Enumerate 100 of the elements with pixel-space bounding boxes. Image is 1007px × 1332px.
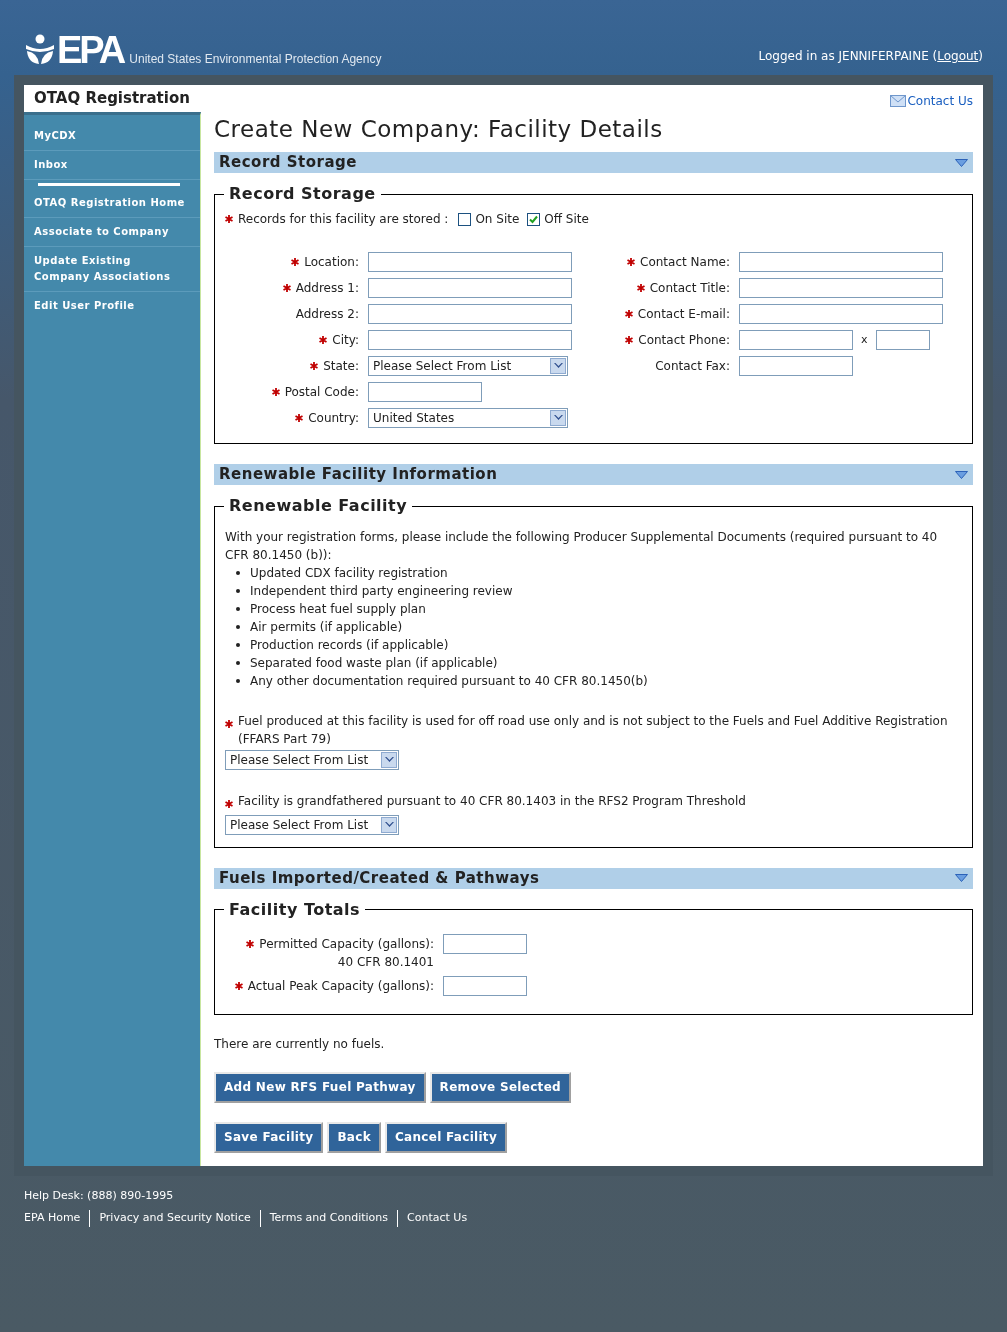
required-icon xyxy=(225,800,233,808)
document-item: Any other documentation required pursuant to 40 CFR 80.1450(b) xyxy=(250,673,648,690)
footer-link[interactable]: Privacy and Security Notice xyxy=(89,1210,251,1227)
login-status: Logged in as JENNIFERPAINE (Logout) xyxy=(758,48,983,65)
select-field[interactable]: Please Select From List xyxy=(368,356,568,376)
input-field[interactable] xyxy=(368,278,572,298)
document-item: Production records (if applicable) xyxy=(250,637,449,654)
collapse-icon xyxy=(955,158,968,167)
required-icon xyxy=(310,362,319,370)
input-field[interactable] xyxy=(368,304,572,324)
field-label: Contact Fax: xyxy=(655,358,730,375)
document-item: Independent third party engineering review xyxy=(250,583,513,600)
section-header[interactable]: Renewable Facility Information xyxy=(214,464,973,485)
fieldset-legend: Renewable Facility xyxy=(224,494,413,518)
field-label: Postal Code: xyxy=(284,384,359,401)
intro-text: With your registration forms, please include the following Producer Supplemental Documents (required pursuant to 40 CFR 80.1450 (b)): xyxy=(225,529,939,564)
action-button[interactable]: Cancel Facility xyxy=(384,1121,508,1153)
input-field[interactable] xyxy=(739,330,853,350)
sidebar-item[interactable]: MyCDX xyxy=(24,122,200,151)
required-icon xyxy=(271,388,280,396)
question-text: Facility is grandfathered pursuant to 40 CFR 80.1403 in the RFS2 Program Threshold xyxy=(238,793,746,810)
required-icon xyxy=(295,414,304,422)
required-icon xyxy=(282,284,291,292)
fieldset-legend: Facility Totals xyxy=(224,897,366,922)
bullet-icon xyxy=(236,625,240,629)
footer-link[interactable]: EPA Home xyxy=(24,1210,81,1227)
document-item: Separated food waste plan (if applicable) xyxy=(250,655,498,672)
question-label: Records for this facility are stored : xyxy=(238,211,449,228)
input-field[interactable] xyxy=(739,356,853,376)
field-note: 40 CFR 80.1401 xyxy=(337,953,434,970)
collapse-icon xyxy=(955,874,968,882)
sidebar-item[interactable]: Associate to Company xyxy=(24,218,200,247)
envelope-icon xyxy=(890,95,907,107)
sidebar-item[interactable]: Update Existing Company Associations xyxy=(24,247,200,292)
required-icon xyxy=(234,981,243,990)
collapse-icon xyxy=(955,470,968,479)
help-desk: Help Desk: (888) 890-1995 xyxy=(24,1187,175,1204)
input-field[interactable] xyxy=(739,252,943,272)
question-text: Fuel produced at this facility is used for off road use only and is not subject to the Fuels and Fuel Additive Registration (FFARS Part 79) xyxy=(238,713,949,748)
page-title: Create New Company: Facility Details xyxy=(214,115,664,144)
select-field[interactable]: United States xyxy=(368,408,568,428)
checkbox[interactable] xyxy=(458,212,472,226)
required-icon xyxy=(625,336,634,344)
input-field[interactable] xyxy=(739,278,943,298)
epa-logo: EPA xyxy=(24,31,124,69)
bullet-icon xyxy=(236,607,240,611)
input-field[interactable] xyxy=(443,933,527,954)
field-label: Address 2: xyxy=(295,306,359,323)
section-header[interactable]: Fuels Imported/Created & Pathways xyxy=(214,867,973,889)
required-icon xyxy=(627,258,636,266)
input-field[interactable] xyxy=(875,330,930,350)
required-icon xyxy=(225,215,233,223)
action-button[interactable]: Remove Selected xyxy=(429,1071,571,1103)
field-label: Contact Title: xyxy=(649,280,730,297)
input-field[interactable] xyxy=(443,975,527,996)
checkbox-label: On Site xyxy=(475,211,520,228)
input-field[interactable] xyxy=(368,252,572,272)
bullet-icon xyxy=(236,589,240,593)
app-title: OTAQ Registration xyxy=(34,88,190,110)
required-icon xyxy=(624,310,633,318)
field-label: City: xyxy=(332,332,359,349)
field-label: Actual Peak Capacity (gallons): xyxy=(247,977,434,995)
fieldset-legend: Record Storage xyxy=(224,182,381,206)
document-item: Process heat fuel supply plan xyxy=(250,601,426,618)
sidebar-item[interactable]: OTAQ Registration Home xyxy=(24,189,200,218)
input-field[interactable] xyxy=(368,382,482,402)
input-field[interactable] xyxy=(739,304,943,324)
extension-label: x xyxy=(861,331,868,348)
select-field[interactable]: Please Select From List xyxy=(225,750,399,770)
flower-icon xyxy=(24,32,56,65)
action-button[interactable]: Save Facility xyxy=(214,1121,324,1153)
field-label: Permitted Capacity (gallons): xyxy=(259,935,434,953)
footer-link[interactable]: Terms and Conditions xyxy=(259,1210,389,1227)
action-button[interactable]: Back xyxy=(327,1121,381,1153)
field-label: Contact Phone: xyxy=(638,332,730,349)
field-label: State: xyxy=(323,358,359,375)
sidebar-item[interactable]: Edit User Profile xyxy=(24,292,200,320)
input-field[interactable] xyxy=(368,330,572,350)
footer-link[interactable]: Contact Us xyxy=(397,1210,468,1227)
required-icon xyxy=(225,720,233,728)
sidebar-item[interactable]: Inbox xyxy=(24,151,200,180)
field-label: Location: xyxy=(304,254,359,271)
field-label: Contact Name: xyxy=(640,254,730,271)
action-button[interactable]: Add New RFS Fuel Pathway xyxy=(214,1071,426,1103)
checkbox-label: Off Site xyxy=(544,211,589,228)
bullet-icon xyxy=(236,571,240,575)
required-icon xyxy=(636,284,645,292)
section-header[interactable]: Record Storage xyxy=(214,152,973,173)
checkbox[interactable] xyxy=(527,212,541,226)
select-field[interactable]: Please Select From List xyxy=(225,814,399,835)
empty-message: There are currently no fuels. xyxy=(214,1035,386,1053)
required-icon xyxy=(319,336,328,344)
contact-us-link[interactable]: Contact Us xyxy=(890,92,973,110)
bullet-icon xyxy=(236,679,240,683)
field-label: Contact E-mail: xyxy=(637,306,730,323)
bullet-icon xyxy=(236,643,240,647)
logout-link[interactable]: Logout xyxy=(937,49,979,63)
required-icon xyxy=(246,939,255,948)
field-label: Address 1: xyxy=(295,280,359,297)
bullet-icon xyxy=(236,661,240,665)
